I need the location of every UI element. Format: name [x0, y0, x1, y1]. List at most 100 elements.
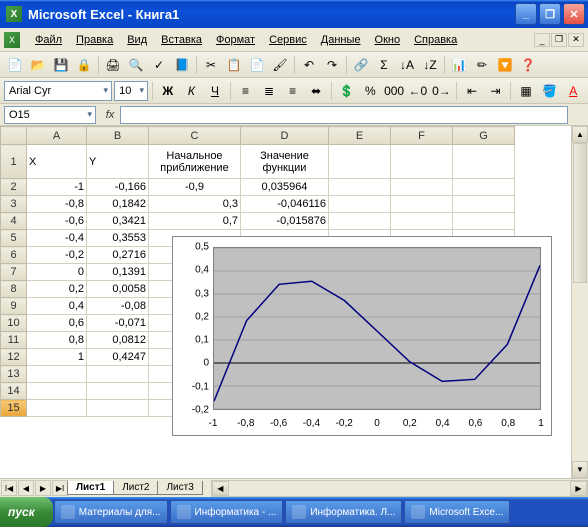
tab-nav-next[interactable]: ▶ — [35, 480, 51, 496]
menu-window[interactable]: Окно — [368, 31, 408, 49]
permission-icon[interactable]: 🔒 — [73, 54, 95, 76]
copy-icon[interactable]: 📋 — [223, 54, 245, 76]
row-header-11[interactable]: 11 — [1, 332, 27, 349]
row-header-9[interactable]: 9 — [1, 298, 27, 315]
cell-A7[interactable]: 0 — [27, 264, 87, 281]
col-header-C[interactable]: C — [149, 127, 241, 145]
name-box[interactable]: O15 — [4, 106, 96, 124]
cell-G4[interactable] — [453, 213, 515, 230]
row-header-13[interactable]: 13 — [1, 366, 27, 383]
borders-icon[interactable]: ▦ — [515, 80, 537, 102]
hyperlink-icon[interactable]: 🔗 — [350, 54, 372, 76]
menu-file[interactable]: Файл — [28, 31, 69, 49]
cell-E2[interactable] — [329, 179, 391, 196]
row-header-6[interactable]: 6 — [1, 247, 27, 264]
chart-icon[interactable]: 📊 — [448, 54, 470, 76]
cell-B12[interactable]: 0,4247 — [87, 349, 149, 366]
cell-A13[interactable] — [27, 366, 87, 383]
cell-A11[interactable]: 0,8 — [27, 332, 87, 349]
scroll-up-icon[interactable]: ▲ — [572, 126, 588, 143]
sort-asc-icon[interactable]: ↓A — [396, 54, 418, 76]
menu-tools[interactable]: Сервис — [262, 31, 314, 49]
row-header-5[interactable]: 5 — [1, 230, 27, 247]
undo-icon[interactable]: ↶ — [298, 54, 320, 76]
menu-view[interactable]: Вид — [120, 31, 154, 49]
format-painter-icon[interactable]: 🖌 — [269, 54, 291, 76]
tab-nav-prev[interactable]: ◀ — [18, 480, 34, 496]
cell-E4[interactable] — [329, 213, 391, 230]
scroll-left-icon[interactable]: ◀ — [212, 481, 229, 496]
scroll-right-icon[interactable]: ▶ — [570, 481, 587, 496]
bold-button[interactable]: Ж — [157, 80, 179, 102]
scroll-down-icon[interactable]: ▼ — [572, 461, 588, 478]
taskbar-item-1[interactable]: Материалы для... — [54, 500, 168, 524]
cell-B3[interactable]: 0,1842 — [87, 196, 149, 213]
mdi-close-button[interactable]: ✕ — [568, 33, 584, 47]
cell-A1[interactable]: X — [27, 145, 87, 179]
cell-C2[interactable]: -0,9 — [149, 179, 241, 196]
cell-F4[interactable] — [391, 213, 453, 230]
cell-B4[interactable]: 0,3421 — [87, 213, 149, 230]
fill-color-icon[interactable]: 🪣 — [539, 80, 561, 102]
mdi-restore-button[interactable]: ❐ — [551, 33, 567, 47]
menu-format[interactable]: Формат — [209, 31, 262, 49]
row-header-8[interactable]: 8 — [1, 281, 27, 298]
comma-icon[interactable]: 000 — [383, 80, 405, 102]
col-header-F[interactable]: F — [391, 127, 453, 145]
cell-B8[interactable]: 0,0058 — [87, 281, 149, 298]
row-header-3[interactable]: 3 — [1, 196, 27, 213]
row-header-10[interactable]: 10 — [1, 315, 27, 332]
cell-G1[interactable] — [453, 145, 515, 179]
row-header-2[interactable]: 2 — [1, 179, 27, 196]
row-header-7[interactable]: 7 — [1, 264, 27, 281]
cell-B11[interactable]: 0,0812 — [87, 332, 149, 349]
sheet-tab-1[interactable]: Лист1 — [67, 481, 114, 495]
spellcheck-icon[interactable]: ✓ — [148, 54, 170, 76]
cell-D3[interactable]: -0,046116 — [241, 196, 329, 213]
percent-icon[interactable]: % — [360, 80, 382, 102]
mdi-minimize-button[interactable]: _ — [534, 33, 550, 47]
paste-icon[interactable]: 📄 — [246, 54, 268, 76]
new-icon[interactable]: 📄 — [4, 54, 26, 76]
row-header-15[interactable]: 15 — [1, 400, 27, 417]
cell-E1[interactable] — [329, 145, 391, 179]
cell-A8[interactable]: 0,2 — [27, 281, 87, 298]
redo-icon[interactable]: ↷ — [321, 54, 343, 76]
col-header-D[interactable]: D — [241, 127, 329, 145]
cell-F2[interactable] — [391, 179, 453, 196]
align-center-icon[interactable]: ≣ — [258, 80, 280, 102]
font-color-icon[interactable]: A — [562, 80, 584, 102]
save-icon[interactable]: 💾 — [50, 54, 72, 76]
cell-A3[interactable]: -0,8 — [27, 196, 87, 213]
cell-B9[interactable]: -0,08 — [87, 298, 149, 315]
cell-E3[interactable] — [329, 196, 391, 213]
cell-C1[interactable]: Начальное приближение — [149, 145, 241, 179]
cell-G2[interactable] — [453, 179, 515, 196]
vertical-scrollbar[interactable]: ▲ ▼ — [571, 126, 588, 478]
maximize-button[interactable]: ❐ — [539, 3, 561, 25]
increase-decimal-icon[interactable]: ←0 — [407, 80, 429, 102]
zoom-dropdown[interactable]: 🔽 — [494, 54, 516, 76]
font-name-combo[interactable]: Arial Cyr — [4, 81, 112, 101]
taskbar-item-4[interactable]: Microsoft Exce... — [404, 500, 510, 524]
cell-D2[interactable]: 0,035964 — [241, 179, 329, 196]
cell-B10[interactable]: -0,071 — [87, 315, 149, 332]
help-icon[interactable]: ❓ — [517, 54, 539, 76]
row-header-1[interactable]: 1 — [1, 145, 27, 179]
cell-A5[interactable]: -0,4 — [27, 230, 87, 247]
research-icon[interactable]: 📘 — [171, 54, 193, 76]
close-button[interactable]: ✕ — [563, 3, 585, 25]
embedded-chart[interactable]: -0,2-0,100,10,20,30,40,5-1-0,8-0,6-0,4-0… — [172, 236, 552, 436]
cell-B15[interactable] — [87, 400, 149, 417]
formula-input[interactable] — [120, 106, 568, 124]
increase-indent-icon[interactable]: ⇥ — [485, 80, 507, 102]
sheet-tab-2[interactable]: Лист2 — [113, 481, 158, 495]
row-header-4[interactable]: 4 — [1, 213, 27, 230]
taskbar-item-3[interactable]: Информатика. Л... — [285, 500, 402, 524]
col-header-G[interactable]: G — [453, 127, 515, 145]
tab-nav-first[interactable]: I◀ — [1, 480, 17, 496]
tab-nav-last[interactable]: ▶I — [52, 480, 68, 496]
cell-A10[interactable]: 0,6 — [27, 315, 87, 332]
cell-B7[interactable]: 0,1391 — [87, 264, 149, 281]
cell-B2[interactable]: -0,166 — [87, 179, 149, 196]
